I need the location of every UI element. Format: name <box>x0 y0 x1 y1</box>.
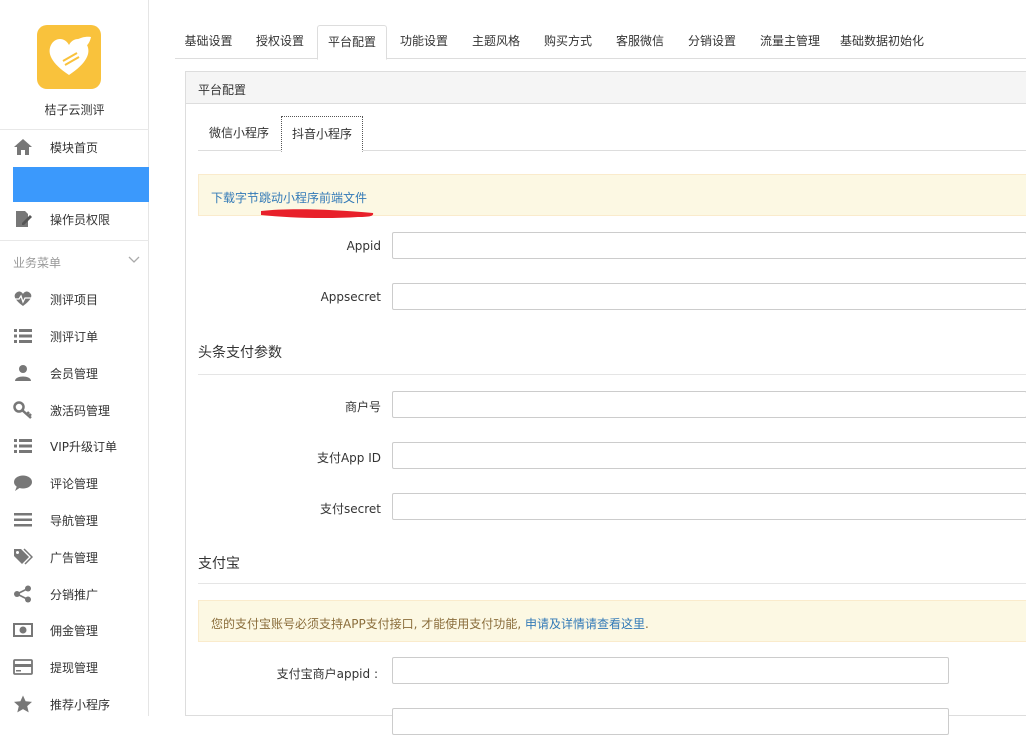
share-icon <box>14 585 31 603</box>
alipay-merchant-appid-input[interactable] <box>392 657 949 684</box>
settings-tabs: 基础设置 授权设置 平台配置 功能设置 主题风格 购买方式 客服微信 分销设置 … <box>175 25 1026 60</box>
sidebar-item-label: VIP升级订单 <box>50 440 117 454</box>
list-icon <box>14 329 32 343</box>
sidebar-item-comments[interactable]: 评论管理 <box>0 465 149 501</box>
sidebar-item-label: 导航管理 <box>50 514 99 528</box>
panel-header: 平台配置 <box>186 72 1026 104</box>
logo-heart-icon <box>49 36 91 75</box>
app-name: 桔子云测评 <box>44 103 105 117</box>
alipay-notice-end: . <box>644 617 649 631</box>
red-annotation-mark <box>261 209 374 219</box>
tab-customer-wechat[interactable]: 客服微信 <box>605 25 675 59</box>
alipay-notice: 您的支付宝账号必须支持APP支付接口, 才能使用支付功能, 申请及详情请查看这里… <box>198 600 1026 642</box>
merchant-no-label: 商户号 <box>344 400 381 414</box>
platform-subtabs: 微信小程序 抖音小程序 <box>198 116 1026 152</box>
sidebar-item-label: 分销推广 <box>50 588 99 602</box>
appsecret-label: Appsecret <box>320 290 381 304</box>
chevron-down-icon[interactable] <box>128 253 140 267</box>
pay-secret-label: 支付secret <box>320 502 381 516</box>
sidebar-item-recommend-miniapp[interactable]: 推荐小程序 <box>0 686 149 722</box>
pay-appid-input[interactable] <box>392 442 1026 469</box>
star-icon <box>14 695 32 713</box>
divider <box>198 374 1026 375</box>
sidebar-item-label: 广告管理 <box>50 551 99 565</box>
money-icon <box>13 623 33 637</box>
divider <box>0 240 149 241</box>
sidebar-item-label: 激活码管理 <box>50 404 111 418</box>
app-logo[interactable] <box>37 25 101 89</box>
menu-group-title: 业务菜单 <box>13 256 62 270</box>
sidebar-item-active[interactable] <box>13 167 149 202</box>
sidebar: 桔子云测评 模块首页 操作员权限 业务菜单 测评项目 测评订单 会员管理 激活码… <box>0 0 149 716</box>
appsecret-input[interactable] <box>392 283 1026 310</box>
tab-basic-settings[interactable]: 基础设置 <box>175 25 242 59</box>
tab-auth-settings[interactable]: 授权设置 <box>245 25 315 59</box>
bars-icon <box>14 513 32 527</box>
sidebar-item-commission[interactable]: 佣金管理 <box>0 612 149 648</box>
list-icon <box>14 439 32 453</box>
sidebar-item-label: 评论管理 <box>50 477 99 491</box>
tab-distribution-settings[interactable]: 分销设置 <box>677 25 747 59</box>
sidebar-item-label: 测评订单 <box>50 330 99 344</box>
edit-doc-icon <box>16 211 32 227</box>
appid-label: Appid <box>346 239 381 253</box>
sidebar-item-home[interactable]: 模块首页 <box>0 129 149 165</box>
sidebar-item-label: 模块首页 <box>50 141 99 155</box>
sidebar-item-vip-orders[interactable]: VIP升级订单 <box>0 428 149 464</box>
platform-config-panel: 平台配置 微信小程序 抖音小程序 下载字节跳动小程序前端文件 Appid App… <box>185 71 1026 735</box>
sidebar-item-label: 会员管理 <box>50 367 99 381</box>
sidebar-item-test-projects[interactable]: 测评项目 <box>0 281 149 317</box>
sidebar-item-ads[interactable]: 广告管理 <box>0 539 149 575</box>
comment-icon <box>14 475 32 491</box>
alipay-notice-text: 您的支付宝账号必须支持APP支付接口, 才能使用支付功能, <box>211 617 525 631</box>
alipay-apply-link[interactable]: 申请及详情请查看这里 <box>525 617 645 631</box>
alipay-notice-line: 您的支付宝账号必须支持APP支付接口, 才能使用支付功能, 申请及详情请查看这里… <box>211 615 649 632</box>
sidebar-item-distribution[interactable]: 分销推广 <box>0 576 149 612</box>
alipay-section-title: 支付宝 <box>198 556 240 572</box>
sidebar-item-test-orders[interactable]: 测评订单 <box>0 318 149 354</box>
tags-icon <box>14 548 33 565</box>
home-icon <box>14 139 32 155</box>
subtab-wechat-miniapp[interactable]: 微信小程序 <box>198 116 280 151</box>
tab-platform-config[interactable]: 平台配置 <box>317 25 387 60</box>
heartbeat-icon <box>14 291 32 306</box>
sidebar-item-label: 提现管理 <box>50 661 99 675</box>
sidebar-item-navigation[interactable]: 导航管理 <box>0 502 149 538</box>
sidebar-item-activation-codes[interactable]: 激活码管理 <box>0 392 149 428</box>
tab-basic-data-init[interactable]: 基础数据初始化 <box>833 25 931 59</box>
divider <box>198 583 1026 584</box>
panel-title: 平台配置 <box>198 83 247 97</box>
pay-secret-input[interactable] <box>392 493 1026 520</box>
toutiao-pay-section-title: 头条支付参数 <box>198 345 282 361</box>
key-icon <box>13 401 32 419</box>
alipay-merchant-appid-label: 支付宝商户appid : <box>276 667 378 681</box>
credit-card-icon <box>13 659 33 675</box>
merchant-no-input[interactable] <box>392 391 1026 418</box>
sidebar-item-label: 测评项目 <box>50 293 99 307</box>
sidebar-item-label: 操作员权限 <box>50 213 111 227</box>
subtab-douyin-miniapp[interactable]: 抖音小程序 <box>281 116 363 152</box>
pay-appid-label: 支付App ID <box>316 451 381 465</box>
sidebar-item-label: 推荐小程序 <box>50 698 111 712</box>
download-frontend-link[interactable]: 下载字节跳动小程序前端文件 <box>211 189 367 206</box>
tab-purchase-method[interactable]: 购买方式 <box>533 25 603 59</box>
appid-input[interactable] <box>392 232 1026 259</box>
tab-traffic-owner[interactable]: 流量主管理 <box>749 25 831 59</box>
sidebar-item-operator-permissions[interactable]: 操作员权限 <box>0 201 149 237</box>
sidebar-item-label: 佣金管理 <box>50 624 99 638</box>
tab-theme-style[interactable]: 主题风格 <box>461 25 531 59</box>
alipay-next-input[interactable] <box>392 708 949 735</box>
sidebar-item-members[interactable]: 会员管理 <box>0 355 149 391</box>
tab-feature-settings[interactable]: 功能设置 <box>389 25 459 59</box>
user-icon <box>15 365 31 381</box>
sidebar-item-withdrawals[interactable]: 提现管理 <box>0 649 149 685</box>
